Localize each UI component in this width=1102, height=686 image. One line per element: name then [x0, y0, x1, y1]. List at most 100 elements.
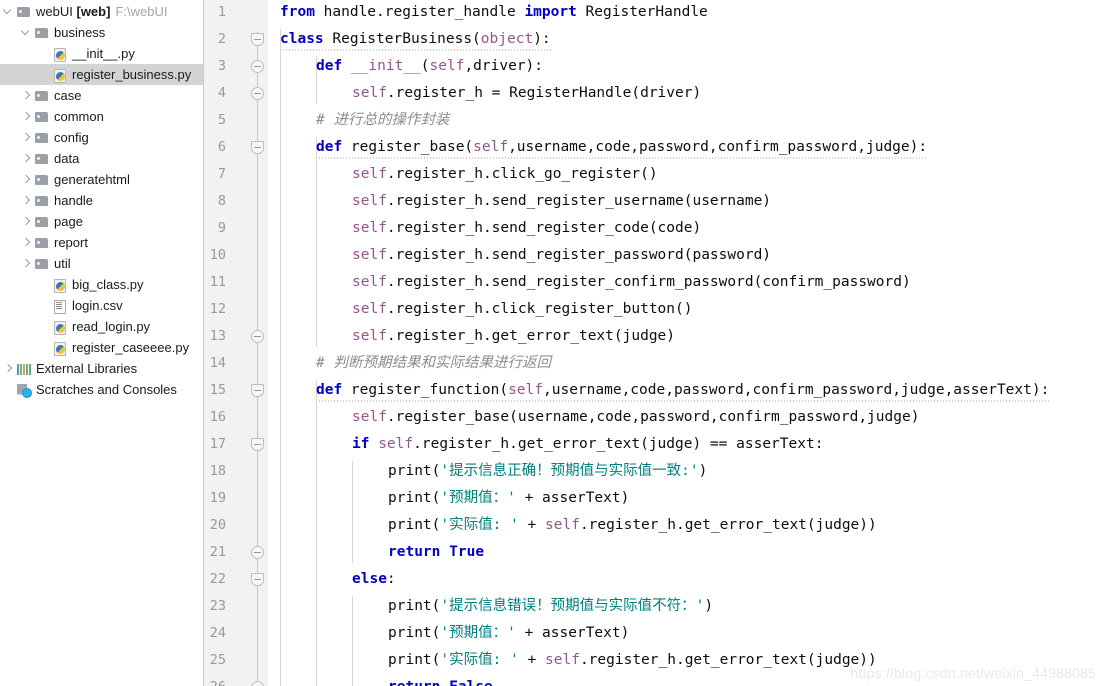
chevron-down-icon[interactable] [20, 22, 33, 43]
chevron-down-icon[interactable] [2, 1, 15, 22]
code-token-sf: self [352, 409, 387, 425]
code-fold-toggle[interactable] [251, 87, 264, 100]
tree-item-webui[interactable]: webUI [web] F:\webUI [0, 1, 203, 22]
code-line[interactable]: print('预期值：' + asserText) [388, 485, 629, 512]
code-fold-toggle[interactable] [251, 546, 264, 559]
code-token-pl: .register_h.send_register_code(code) [386, 220, 702, 236]
code-token-str: '预期值：' [440, 490, 516, 506]
code-fold-toggle[interactable] [251, 681, 264, 686]
line-number: 18 [209, 463, 226, 479]
code-line[interactable]: self.register_base(username,code,passwor… [352, 404, 919, 431]
code-token-str: '实际值: ' [440, 517, 519, 533]
tree-item-handle[interactable]: handle [0, 190, 203, 211]
tree-item-case[interactable]: case [0, 85, 203, 106]
code-fold-toggle[interactable] [251, 573, 264, 586]
line-number: 6 [217, 139, 226, 155]
code-line[interactable]: print('提示信息正确！预期值与实际值一致:') [388, 458, 707, 485]
chevron-right-icon[interactable] [20, 232, 33, 253]
tree-item-read-login-py[interactable]: read_login.py [0, 316, 203, 337]
code-token-kw: False [449, 679, 493, 686]
code-line[interactable]: return False [388, 674, 493, 686]
tree-item-config[interactable]: config [0, 127, 203, 148]
line-number: 10 [209, 247, 226, 263]
folder-icon [33, 256, 51, 272]
code-token-str: '预期值：' [440, 625, 516, 641]
tree-item-register-business-py[interactable]: register_business.py [0, 64, 203, 85]
code-line[interactable]: self.register_h.click_go_register() [352, 161, 658, 188]
code-line[interactable]: else: [352, 566, 396, 593]
code-line[interactable]: print('提示信息错误！预期值与实际值不符：') [388, 593, 713, 620]
chevron-right-icon[interactable] [20, 190, 33, 211]
indent-guide [316, 137, 317, 347]
tree-item-external-libraries[interactable]: External Libraries [0, 358, 203, 379]
code-line[interactable]: return True [388, 539, 484, 566]
chevron-right-icon[interactable] [2, 358, 15, 379]
tree-item-data[interactable]: data [0, 148, 203, 169]
code-line[interactable]: def register_function(self,username,code… [316, 377, 1050, 404]
code-line[interactable]: if self.register_h.get_error_text(judge)… [352, 431, 823, 458]
code-line[interactable]: class RegisterBusiness(object): [280, 26, 551, 53]
python-file-icon [51, 319, 69, 335]
tree-item-register-caseeee-py[interactable]: register_caseeee.py [0, 337, 203, 358]
project-tree-panel[interactable]: webUI [web] F:\webUI business __init__.pyre… [0, 0, 204, 686]
code-line[interactable]: self.register_h.send_register_confirm_pa… [352, 269, 911, 296]
indent-guide [352, 461, 353, 563]
tree-item-label: register_business.py [72, 67, 192, 82]
code-line[interactable]: print('实际值: ' + self.register_h.get_erro… [388, 512, 877, 539]
fold-spine [257, 32, 258, 686]
tree-item-util[interactable]: util [0, 253, 203, 274]
tree-item-label: register_caseeee.py [72, 340, 190, 355]
code-line[interactable]: print('预期值：' + asserText) [388, 620, 629, 647]
code-line[interactable]: def register_base(self,username,code,pas… [316, 134, 928, 161]
code-line[interactable]: from handle.register_handle import Regis… [280, 0, 708, 26]
tree-item-report[interactable]: report [0, 232, 203, 253]
chevron-right-icon[interactable] [20, 253, 33, 274]
line-number: 15 [209, 382, 226, 398]
line-number: 7 [217, 166, 226, 182]
chevron-right-icon[interactable] [20, 106, 33, 127]
code-line[interactable]: self.register_h.click_register_button() [352, 296, 692, 323]
tree-item--init-py[interactable]: __init__.py [0, 43, 203, 64]
editor-gutter[interactable]: 1 2 3 4 5 6 7 8 9 10 11 12 13 14 15 16 17 18 19 20 21 22 23 24 2… [204, 0, 268, 686]
code-fold-toggle[interactable] [251, 141, 264, 154]
code-line[interactable]: self.register_h.send_register_password(p… [352, 242, 771, 269]
code-editor[interactable]: 1 2 3 4 5 6 7 8 9 10 11 12 13 14 15 16 17 18 19 20 21 22 23 24 2… [204, 0, 1102, 686]
code-line[interactable]: # 进行总的操作封装 [316, 107, 449, 134]
code-line[interactable]: # 判断预期结果和实际结果进行返回 [316, 350, 551, 377]
code-fold-toggle[interactable] [251, 330, 264, 343]
code-fold-toggle[interactable] [251, 33, 264, 46]
code-fold-toggle[interactable] [251, 438, 264, 451]
chevron-right-icon[interactable] [20, 148, 33, 169]
code-token-pl: ,driver): [464, 58, 544, 74]
tree-item-login-csv[interactable]: login.csv [0, 295, 203, 316]
tree-item-page[interactable]: page [0, 211, 203, 232]
code-line[interactable]: print('实际值: ' + self.register_h.get_erro… [388, 647, 877, 674]
code-content[interactable]: from handle.register_handle import Regis… [268, 0, 1102, 686]
pycharm-window: webUI [web] F:\webUI business __init__.pyre… [0, 0, 1102, 686]
code-line[interactable]: self.register_h = RegisterHandle(driver) [352, 80, 701, 107]
code-line[interactable]: self.register_h.send_register_username(u… [352, 188, 771, 215]
code-fold-toggle[interactable] [251, 384, 264, 397]
chevron-right-icon[interactable] [20, 127, 33, 148]
tree-item-label: generatehtml [54, 172, 130, 187]
chevron-right-icon[interactable] [20, 169, 33, 190]
code-token-pl: print( [388, 652, 441, 668]
code-line[interactable]: def __init__(self,driver): [316, 53, 543, 80]
tree-item-generatehtml[interactable]: generatehtml [0, 169, 203, 190]
chevron-right-icon[interactable] [20, 211, 33, 232]
tree-item-label: read_login.py [72, 319, 151, 334]
code-line[interactable]: self.register_h.get_error_text(judge) [352, 323, 675, 350]
code-token-sf: __init__ [350, 58, 421, 74]
tree-item-business[interactable]: business [0, 22, 203, 43]
tree-item-common[interactable]: common [0, 106, 203, 127]
tree-item-scratches-and-consoles[interactable]: Scratches and Consoles [0, 379, 203, 400]
code-fold-toggle[interactable] [251, 60, 264, 73]
line-number: 5 [217, 112, 226, 128]
python-file-icon [51, 277, 69, 293]
code-token-pl: ,username,code,password,confirm_password… [543, 382, 1050, 398]
code-line[interactable]: self.register_h.send_register_code(code) [352, 215, 701, 242]
tree-item-big-class-py[interactable]: big_class.py [0, 274, 203, 295]
chevron-right-icon[interactable] [20, 85, 33, 106]
